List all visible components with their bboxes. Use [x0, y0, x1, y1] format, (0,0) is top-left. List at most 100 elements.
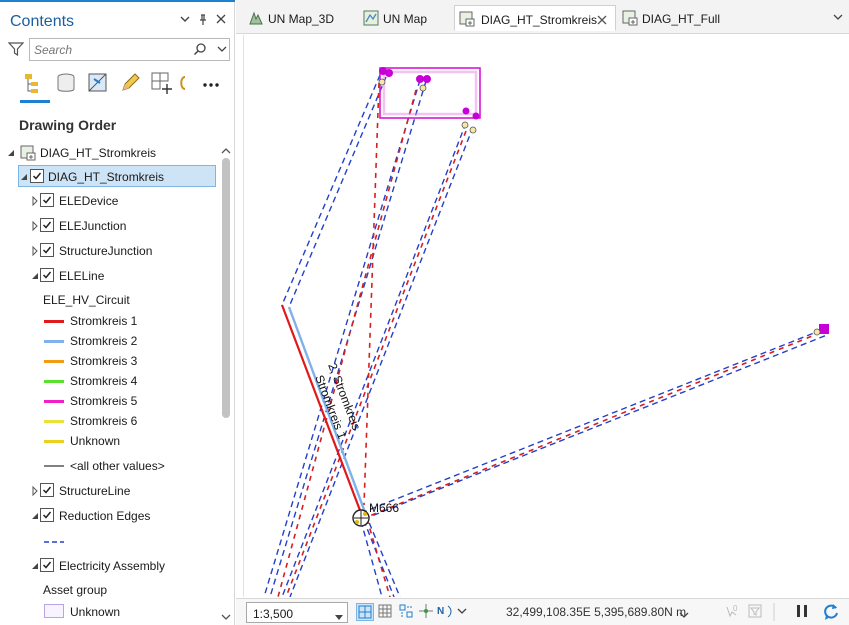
visibility-checkbox[interactable]	[40, 268, 54, 282]
chevron-down-icon[interactable]	[335, 610, 343, 620]
list-by-snapping-icon[interactable]	[150, 71, 174, 95]
expand-triangle-icon[interactable]	[30, 485, 40, 497]
pin-icon[interactable]	[198, 14, 208, 29]
junction-marker	[469, 126, 477, 134]
visibility-checkbox[interactable]	[40, 218, 54, 232]
legend-item[interactable]: Stromkreis 3	[0, 350, 218, 372]
collapse-triangle-icon[interactable]	[6, 147, 16, 157]
tree-item-eledevice[interactable]: ELEDevice	[0, 190, 218, 212]
globe-scene-icon	[248, 10, 264, 26]
legend-label: Stromkreis 4	[70, 374, 138, 388]
tab-un-map[interactable]: UN Map	[363, 5, 443, 31]
legend-item[interactable]: <all other values>	[0, 455, 218, 477]
visibility-checkbox[interactable]	[40, 243, 54, 257]
scroll-down-icon[interactable]	[221, 610, 231, 620]
junction-marker	[461, 121, 469, 129]
reduction-edge	[263, 79, 421, 597]
fixed-zoom-icon[interactable]	[356, 603, 374, 621]
tab-un-map-3d[interactable]: UN Map_3D	[248, 5, 348, 31]
legend-label: Stromkreis 5	[70, 394, 138, 408]
expand-triangle-icon[interactable]	[30, 245, 40, 257]
legend-item[interactable]: Stromkreis 4	[0, 370, 218, 392]
drawing-order-heading: Drawing Order	[19, 117, 117, 133]
reduction-edge	[288, 76, 401, 597]
reduction-edge	[289, 126, 474, 597]
snapping-icon[interactable]	[398, 603, 416, 621]
diagram-canvas[interactable]: 2, Stromkreis Stromkreis 1 M666	[244, 35, 849, 597]
search-bar	[7, 38, 232, 62]
visibility-checkbox[interactable]	[40, 558, 54, 572]
selection-count-icon[interactable]: 0	[724, 603, 742, 621]
line-swatch	[44, 340, 64, 343]
pane-options-chevron-icon[interactable]	[180, 14, 190, 27]
visibility-checkbox[interactable]	[40, 483, 54, 497]
legend-item[interactable]	[0, 529, 218, 551]
list-by-selection-icon[interactable]	[86, 71, 110, 95]
chevron-down-icon[interactable]	[216, 42, 228, 56]
collapse-triangle-icon[interactable]	[30, 560, 40, 570]
legend-item[interactable]: Stromkreis 2	[0, 330, 218, 352]
divider-bar-icon	[772, 603, 790, 621]
tab-diag-ht-full[interactable]: DIAG_HT_Full	[622, 5, 742, 31]
north-arrow-icon[interactable]: N	[437, 603, 455, 621]
legend-item[interactable]: Unknown	[0, 430, 218, 452]
collapse-triangle-icon[interactable]	[30, 510, 40, 520]
legend-item[interactable]: Unknown	[0, 601, 218, 623]
device-marker	[462, 107, 470, 115]
legend-item[interactable]: Stromkreis 5	[0, 390, 218, 412]
collapse-triangle-icon[interactable]	[30, 270, 40, 280]
chevron-down-icon[interactable]	[679, 608, 689, 618]
expand-triangle-icon[interactable]	[30, 220, 40, 232]
visibility-checkbox[interactable]	[40, 193, 54, 207]
list-by-drawing-order-icon[interactable]	[22, 71, 46, 95]
legend-item[interactable]: Stromkreis 1	[0, 310, 218, 332]
visibility-checkbox[interactable]	[30, 169, 44, 183]
tree-scrollbar[interactable]	[219, 140, 233, 625]
scroll-up-icon[interactable]	[221, 144, 231, 154]
grid-icon[interactable]	[377, 603, 395, 621]
line-swatch	[44, 440, 64, 443]
list-by-data-source-icon[interactable]	[54, 71, 78, 95]
junction-marker	[813, 328, 821, 336]
tree-item-structurejunction[interactable]: StructureJunction	[0, 240, 218, 262]
contents-pane: Contents Search Drawing Order DIAG_HT_St…	[0, 0, 235, 625]
scale-combobox[interactable]: 1:3,500	[246, 602, 348, 623]
tab-overflow-chevron-icon[interactable]	[832, 11, 844, 21]
legend-item[interactable]: Stromkreis 6	[0, 410, 218, 432]
tree-item-electricity-assembly[interactable]: Electricity Assembly	[0, 555, 218, 577]
refresh-icon[interactable]	[822, 603, 840, 621]
tree-item-eleline[interactable]: ELELine	[0, 265, 218, 287]
diagram-map-icon	[20, 145, 36, 161]
tree-item-layer-group[interactable]: DIAG_HT_Stromkreis	[18, 165, 216, 187]
red-dashed-edge	[277, 89, 417, 597]
line-swatch	[44, 360, 64, 363]
tree-item-structureline[interactable]: StructureLine	[0, 480, 218, 502]
filter-icon[interactable]	[7, 41, 25, 57]
pause-drawing-icon[interactable]	[794, 603, 812, 621]
diagram-icon	[459, 11, 475, 27]
close-icon[interactable]	[216, 14, 226, 27]
map-view[interactable]: 2, Stromkreis Stromkreis 1 M666	[243, 35, 849, 597]
close-tab-icon[interactable]	[597, 14, 607, 25]
visibility-checkbox[interactable]	[40, 508, 54, 522]
list-by-labeling-icon[interactable]	[178, 71, 188, 95]
layer-name: StructureLine	[59, 484, 131, 498]
scroll-thumb[interactable]	[222, 158, 230, 418]
polygon-swatch	[44, 604, 64, 618]
search-icon[interactable]	[193, 42, 207, 56]
line-swatch	[44, 400, 64, 403]
collapse-triangle-icon[interactable]	[19, 171, 29, 181]
guides-icon[interactable]	[418, 603, 436, 621]
tree-item-map[interactable]: DIAG_HT_Stromkreis	[0, 142, 218, 164]
search-input[interactable]	[34, 42, 184, 58]
layer-name: ELEJunction	[59, 219, 127, 233]
layer-name: ELEDevice	[59, 194, 119, 208]
tree-item-reduction-edges[interactable]: Reduction Edges	[0, 505, 218, 527]
chevron-down-icon[interactable]	[456, 603, 468, 621]
expand-triangle-icon[interactable]	[30, 195, 40, 207]
tree-item-elejunction[interactable]: ELEJunction	[0, 215, 218, 237]
filter-disabled-icon[interactable]	[747, 603, 765, 621]
list-by-editing-pencil-icon[interactable]	[118, 71, 142, 95]
tab-diag-ht-stromkreis[interactable]: DIAG_HT_Stromkreis	[454, 5, 616, 31]
more-options-icon[interactable]	[200, 71, 224, 95]
